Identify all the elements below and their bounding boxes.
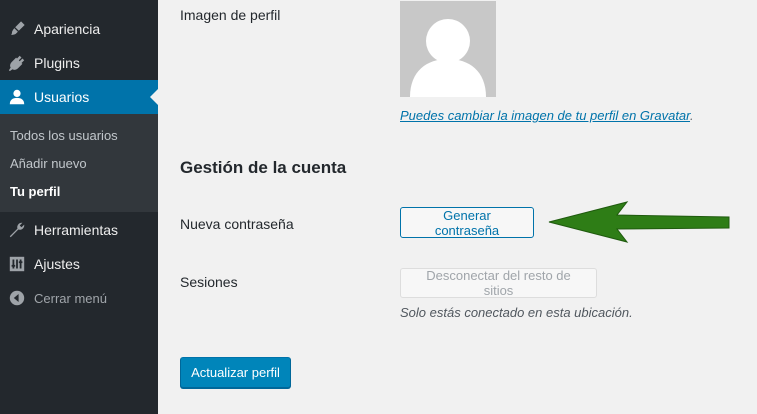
sidebar-item-label: Apariencia — [34, 21, 101, 37]
sidebar-item-herramientas[interactable]: Herramientas — [0, 213, 158, 247]
avatar-placeholder-icon — [410, 19, 486, 97]
sidebar-item-plugins[interactable]: Plugins — [0, 46, 158, 80]
profile-image-label: Imagen de perfil — [180, 7, 281, 23]
sidebar-item-usuarios[interactable]: Usuarios — [0, 80, 158, 114]
logout-other-sessions-button[interactable]: Desconectar del resto de sitios — [400, 268, 597, 298]
admin-sidebar: Apariencia Plugins Usuarios Todos los us… — [0, 0, 158, 414]
submenu-item-anadir-nuevo[interactable]: Añadir nuevo — [10, 156, 87, 171]
sessions-label: Sesiones — [180, 274, 238, 290]
sessions-description: Solo estás conectado en esta ubicación. — [400, 305, 633, 320]
avatar — [400, 1, 496, 97]
account-section-title: Gestión de la cuenta — [180, 158, 347, 177]
user-icon — [0, 88, 34, 106]
update-profile-button[interactable]: Actualizar perfil — [180, 357, 291, 388]
sidebar-item-apariencia[interactable]: Apariencia — [0, 12, 158, 46]
gravatar-suffix: . — [690, 108, 694, 123]
plug-icon — [0, 54, 34, 72]
users-submenu: Todos los usuarios Añadir nuevo Tu perfi… — [0, 114, 158, 212]
paintbrush-icon — [0, 20, 34, 38]
collapse-menu-label: Cerrar menú — [34, 290, 107, 306]
collapse-menu-button[interactable]: Cerrar menú — [0, 281, 158, 315]
sidebar-item-ajustes[interactable]: Ajustes — [0, 247, 158, 281]
new-password-label: Nueva contraseña — [180, 216, 294, 232]
wrench-icon — [0, 221, 34, 239]
sidebar-item-label: Herramientas — [34, 222, 119, 238]
sidebar-item-label: Ajustes — [34, 256, 80, 272]
settings-sliders-icon — [0, 255, 34, 273]
annotation-arrow-icon — [548, 201, 730, 243]
generate-password-button[interactable]: Generar contraseña — [400, 207, 534, 238]
collapse-arrow-icon — [0, 290, 34, 306]
gravatar-description: Puedes cambiar la imagen de tu perfil en… — [400, 108, 694, 123]
submenu-item-tu-perfil[interactable]: Tu perfil — [10, 184, 60, 199]
sidebar-item-label: Usuarios — [34, 89, 90, 105]
submenu-item-todos-los-usuarios[interactable]: Todos los usuarios — [10, 128, 118, 143]
gravatar-link[interactable]: Puedes cambiar la imagen de tu perfil en… — [400, 108, 690, 123]
sidebar-item-label: Plugins — [34, 55, 80, 71]
